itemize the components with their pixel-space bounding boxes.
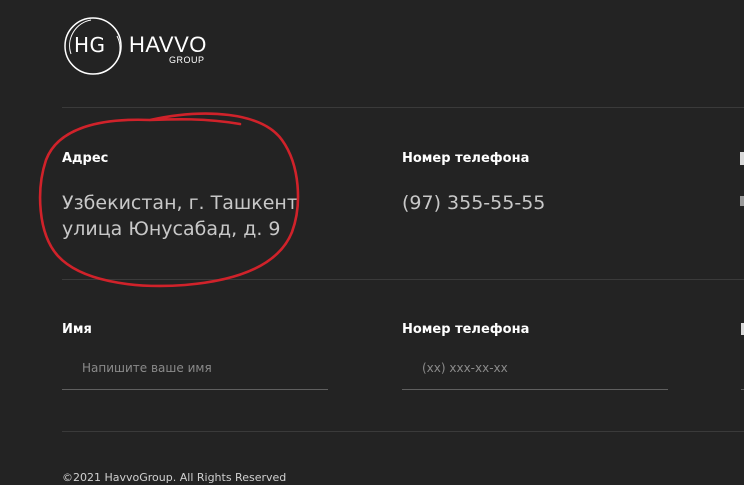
divider-top xyxy=(62,107,744,108)
divider-middle xyxy=(62,279,744,280)
divider-bottom xyxy=(62,431,744,432)
phone-input[interactable] xyxy=(402,349,668,387)
logo-name: HAVVO xyxy=(129,32,207,57)
name-label: Имя xyxy=(62,322,92,337)
name-input[interactable] xyxy=(62,349,328,387)
phone-label: Номер телефона xyxy=(402,151,530,166)
address-line-2: улица Юнусабад, д. 9 xyxy=(62,218,281,240)
copyright-text: ©2021 HavvoGroup. All Rights Reserved xyxy=(62,471,287,484)
logo-subtitle: GROUP xyxy=(169,55,205,65)
form-phone-label: Номер телефона xyxy=(402,322,530,337)
name-field[interactable] xyxy=(62,349,328,390)
address-line-1: Узбекистан, г. Ташкент xyxy=(62,192,298,214)
address-label: Адрес xyxy=(62,151,109,166)
phone-value[interactable]: (97) 355-55-55 xyxy=(402,190,545,216)
cut-off-column-label xyxy=(740,152,744,165)
logo-mark: HG xyxy=(74,33,106,57)
brand-logo[interactable]: HG HAVVO GROUP xyxy=(61,14,221,78)
cut-off-column-value xyxy=(740,196,744,206)
phone-field[interactable] xyxy=(402,349,668,390)
